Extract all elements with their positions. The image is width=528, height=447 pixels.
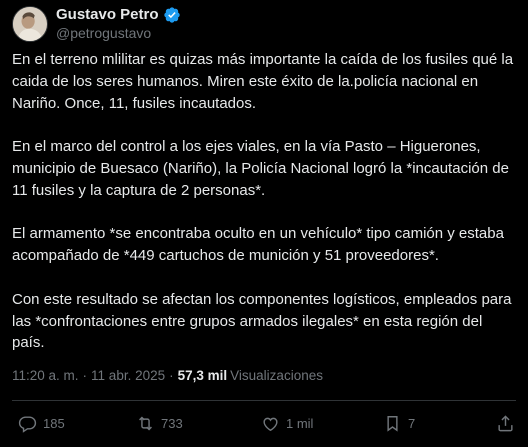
tweet-paragraph: En el terreno mlilitar es quizas más imp… bbox=[12, 51, 514, 112]
reply-count: 185 bbox=[43, 415, 65, 431]
retweet-count: 733 bbox=[161, 415, 183, 431]
bookmark-button[interactable]: 7 bbox=[383, 414, 415, 433]
author-handle[interactable]: @petrogustavo bbox=[56, 24, 181, 42]
name-row: Gustavo Petro bbox=[56, 6, 181, 24]
tweet-date[interactable]: 11 abr. 2025 bbox=[91, 368, 165, 383]
author-display-name[interactable]: Gustavo Petro bbox=[56, 6, 159, 24]
verified-badge-icon[interactable] bbox=[163, 6, 181, 24]
tweet-time[interactable]: 11:20 a. m. bbox=[12, 368, 79, 383]
tweet-paragraph: Con este resultado se afectan los compon… bbox=[12, 290, 512, 352]
meta-separator: · bbox=[169, 368, 174, 383]
share-icon bbox=[498, 414, 513, 431]
action-bar: 185 733 1 mil 7 bbox=[12, 412, 516, 434]
reply-button[interactable]: 185 bbox=[18, 414, 65, 433]
tweet-paragraph: El armamento *se encontraba oculto en un… bbox=[12, 225, 504, 265]
bookmark-count: 7 bbox=[408, 415, 416, 431]
like-count: 1 mil bbox=[286, 415, 314, 431]
tweet-meta: 11:20 a. m. · 11 abr. 2025 · 57,3 mil Vi… bbox=[12, 368, 323, 383]
share-button[interactable] bbox=[496, 414, 515, 433]
like-button[interactable]: 1 mil bbox=[261, 414, 313, 433]
tweet-header: Gustavo Petro @petrogustavo bbox=[12, 4, 181, 44]
divider bbox=[12, 400, 516, 401]
meta-separator: · bbox=[82, 368, 88, 383]
bookmark-icon bbox=[387, 415, 398, 432]
retweet-icon bbox=[139, 416, 152, 430]
avatar-image bbox=[13, 7, 47, 41]
tweet-paragraph: En el marco del control a los ejes viale… bbox=[12, 138, 509, 199]
heart-icon bbox=[263, 417, 278, 431]
reply-icon bbox=[18, 415, 37, 433]
avatar[interactable] bbox=[12, 6, 48, 42]
views-count: 57,3 mil bbox=[177, 368, 228, 383]
author-names: Gustavo Petro @petrogustavo bbox=[56, 6, 181, 42]
retweet-button[interactable]: 733 bbox=[136, 414, 183, 433]
views-label: Visualizaciones bbox=[230, 368, 323, 383]
tweet-card: Gustavo Petro @petrogustavo En el terren… bbox=[0, 0, 528, 447]
tweet-text: En el terreno mlilitar es quizas más imp… bbox=[12, 49, 518, 376]
